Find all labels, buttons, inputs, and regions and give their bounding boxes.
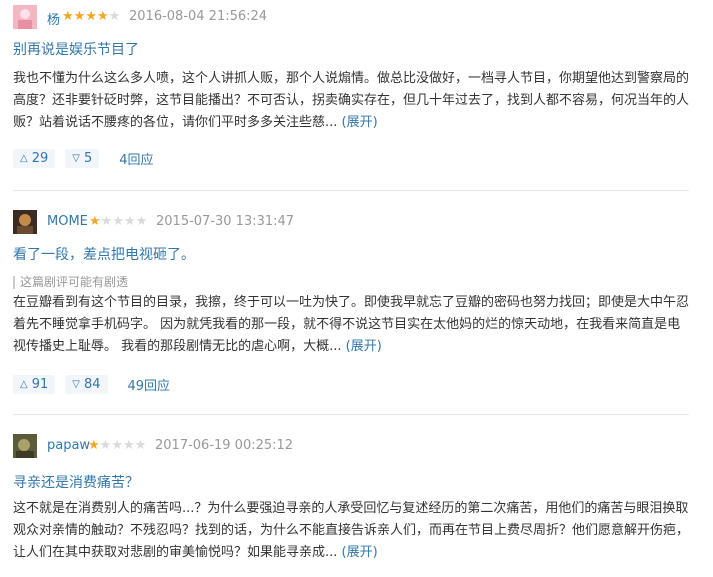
author-name[interactable]: 杨 bbox=[47, 9, 60, 28]
author-name[interactable]: papaw bbox=[47, 438, 90, 453]
triangle-up-icon: △ bbox=[20, 379, 28, 390]
star-icon: ★ bbox=[111, 438, 123, 453]
reply-link[interactable]: 4回应 bbox=[119, 149, 153, 168]
review-title[interactable]: 别再说是娱乐节目了 bbox=[13, 39, 139, 59]
expand-link[interactable]: (展开) bbox=[346, 339, 382, 354]
review-card: papaw ★ ★ ★ ★ ★ 2017-06-19 00:25:12 寻亲还是消费痛苦… bbox=[13, 434, 689, 560]
star-icon: ★ bbox=[100, 214, 113, 229]
avatar[interactable] bbox=[13, 5, 37, 29]
review-header: 杨 ★ ★ ★ ★ ★ 2016-08-04 21:56:24 bbox=[13, 5, 689, 31]
star-icon: ★ bbox=[135, 214, 148, 229]
review-card: MOME ★ ★ ★ ★ ★ 2015-07-30 13:31:47 看了一段，差点把电… bbox=[13, 210, 689, 394]
star-icon: ★ bbox=[134, 438, 147, 453]
star-icon: ★ bbox=[85, 9, 97, 24]
downvote-button[interactable]: ▽ 84 bbox=[65, 375, 108, 394]
expand-link[interactable]: (展开) bbox=[342, 115, 378, 130]
star-icon: ★ bbox=[123, 214, 136, 229]
upvote-button[interactable]: △ 91 bbox=[13, 375, 56, 394]
star-icon: ★ bbox=[73, 9, 86, 24]
downvote-button[interactable]: ▽ 5 bbox=[65, 149, 100, 168]
review-header: MOME ★ ★ ★ ★ ★ 2015-07-30 13:31:47 bbox=[13, 210, 689, 236]
upvote-count: 91 bbox=[31, 377, 49, 392]
review-body: 在豆瓣看到有这个节目的目录，我擦，终于可以一吐为快了。即使我早就忘了豆瓣的密码也… bbox=[13, 292, 689, 358]
review-body: 这不就是在消费别人的痛苦吗...？为什么要强迫寻亲的人承受回忆与复述经历的第二次… bbox=[13, 498, 689, 564]
star-icon: ★ bbox=[108, 9, 121, 24]
star-icon: ★ bbox=[96, 9, 109, 24]
downvote-count: 84 bbox=[83, 377, 101, 392]
triangle-down-icon: ▽ bbox=[72, 379, 80, 390]
star-icon: ★ bbox=[112, 214, 124, 229]
review-actions: △ 29 ▽ 5 4回应 bbox=[13, 149, 154, 168]
review-time: 2015-07-30 13:31:47 bbox=[156, 214, 295, 229]
triangle-down-icon: ▽ bbox=[72, 153, 80, 164]
downvote-count: 5 bbox=[83, 151, 93, 166]
review-title[interactable]: 寻亲还是消费痛苦？ bbox=[13, 472, 139, 492]
review-actions: △ 91 ▽ 84 49回应 bbox=[13, 375, 170, 394]
author-name[interactable]: MOME bbox=[47, 214, 88, 229]
expand-link[interactable]: (展开) bbox=[342, 545, 378, 560]
divider bbox=[13, 190, 689, 191]
triangle-up-icon: △ bbox=[20, 153, 28, 164]
review-body: 我也不懂为什么这么多人喷，这个人讲抓人贩，那个人说煽情。做总比没做好，一档寻人节… bbox=[13, 68, 689, 134]
review-time: 2017-06-19 00:25:12 bbox=[155, 438, 294, 453]
review-card: 杨 ★ ★ ★ ★ ★ 2016-08-04 21:56:24 别再说是娱乐节目了 我也… bbox=[13, 5, 689, 168]
divider bbox=[13, 414, 689, 415]
upvote-count: 29 bbox=[31, 151, 49, 166]
avatar[interactable] bbox=[13, 210, 37, 234]
review-title[interactable]: 看了一段，差点把电视砸了。 bbox=[13, 244, 195, 264]
rating-stars: ★ ★ ★ ★ ★ bbox=[62, 10, 120, 24]
review-header: papaw ★ ★ ★ ★ ★ 2017-06-19 00:25:12 bbox=[13, 434, 689, 460]
upvote-button[interactable]: △ 29 bbox=[13, 149, 56, 168]
avatar[interactable] bbox=[13, 434, 37, 458]
rating-stars: ★ ★ ★ ★ ★ bbox=[88, 439, 146, 453]
reply-link[interactable]: 49回应 bbox=[128, 375, 171, 394]
spoiler-warning: 这篇剧评可能有剧透 bbox=[13, 276, 128, 289]
star-icon: ★ bbox=[62, 9, 74, 24]
rating-stars: ★ ★ ★ ★ ★ bbox=[89, 215, 147, 229]
star-icon: ★ bbox=[89, 214, 101, 229]
review-time: 2016-08-04 21:56:24 bbox=[129, 9, 268, 24]
star-icon: ★ bbox=[99, 438, 112, 453]
star-icon: ★ bbox=[122, 438, 135, 453]
star-icon: ★ bbox=[88, 438, 100, 453]
